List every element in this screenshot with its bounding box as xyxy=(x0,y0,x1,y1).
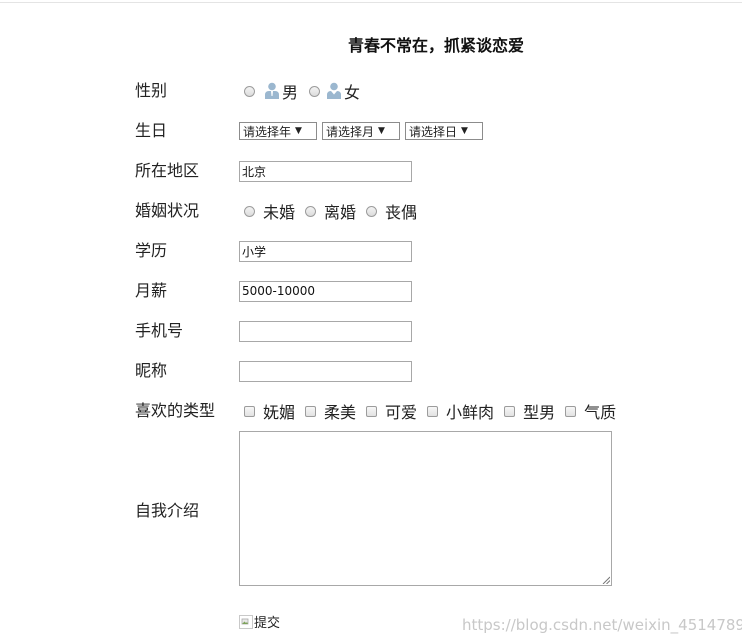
marital-option-widowed[interactable]: 丧偶 xyxy=(366,199,417,223)
birthday-label: 生日 xyxy=(135,121,168,140)
region-field: 北京 xyxy=(239,160,412,182)
year-select[interactable]: 请选择年 ▼ xyxy=(239,122,317,140)
type-option-label: 气质 xyxy=(584,403,617,422)
gender-radio-male[interactable] xyxy=(244,85,255,97)
marital-option-label: 离婚 xyxy=(324,203,357,222)
row-marital: 婚姻状况 未婚 离婚 丧偶 xyxy=(0,200,742,222)
female-user-icon xyxy=(327,82,342,99)
watermark: https://blog.csdn.net/weixin_45147894 xyxy=(462,616,742,634)
year-select-value: 请选择年 xyxy=(243,124,292,139)
type-option-label: 小鲜肉 xyxy=(446,403,495,422)
types-options: 妩媚 柔美 可爱 小鲜肉 型男 气质 xyxy=(244,400,626,422)
row-salary: 月薪 5000-10000 xyxy=(0,280,742,302)
marital-label: 婚姻状况 xyxy=(135,201,200,220)
type-option-label: 妩媚 xyxy=(263,403,296,422)
month-select-value: 请选择月 xyxy=(326,124,375,139)
day-select-value: 请选择日 xyxy=(409,124,458,139)
type-checkbox[interactable] xyxy=(366,405,378,417)
row-gender: 性别 男 女 xyxy=(0,80,742,102)
type-checkbox[interactable] xyxy=(244,405,255,417)
nickname-input[interactable] xyxy=(239,360,412,382)
education-label: 学历 xyxy=(135,241,168,260)
type-checkbox[interactable] xyxy=(504,405,516,417)
marital-option-label: 未婚 xyxy=(263,203,296,222)
marital-option-divorced[interactable]: 离婚 xyxy=(305,199,356,223)
type-option-young[interactable]: 小鲜肉 xyxy=(427,399,494,423)
gender-options: 男 女 xyxy=(244,80,360,102)
marital-option-single[interactable]: 未婚 xyxy=(244,199,295,223)
type-checkbox[interactable] xyxy=(565,405,577,417)
salary-field: 5000-10000 xyxy=(239,280,412,302)
type-option-label: 可爱 xyxy=(385,403,418,422)
type-option-stylish[interactable]: 型男 xyxy=(504,399,555,423)
types-label: 喜欢的类型 xyxy=(135,401,216,420)
month-select[interactable]: 请选择月 ▼ xyxy=(322,122,400,140)
chevron-down-icon: ▼ xyxy=(295,126,302,136)
marital-option-label: 丧偶 xyxy=(385,203,418,222)
top-divider xyxy=(0,2,742,3)
row-types: 喜欢的类型 妩媚 柔美 可爱 小鲜肉 型男 气质 xyxy=(0,400,742,422)
row-birthday: 生日 请选择年 ▼ 请选择月 ▼ 请选择日 ▼ xyxy=(0,120,742,142)
intro-label: 自我介绍 xyxy=(135,501,200,520)
type-checkbox[interactable] xyxy=(427,405,439,417)
day-select[interactable]: 请选择日 ▼ xyxy=(405,122,483,140)
phone-label: 手机号 xyxy=(135,321,184,340)
submit-alt-text: 提交 xyxy=(254,616,281,631)
type-option-label: 型男 xyxy=(523,403,556,422)
gender-option-female: 女 xyxy=(344,83,361,102)
marital-radio-widowed[interactable] xyxy=(366,205,378,217)
row-phone: 手机号 xyxy=(0,320,742,342)
row-nickname: 昵称 xyxy=(0,360,742,382)
type-checkbox[interactable] xyxy=(305,405,317,417)
salary-input[interactable]: 5000-10000 xyxy=(239,280,412,302)
gender-radio-female[interactable] xyxy=(309,85,321,97)
marital-radio-single[interactable] xyxy=(244,205,255,217)
gender-label: 性别 xyxy=(135,81,168,100)
type-option-elegant[interactable]: 气质 xyxy=(565,399,616,423)
marital-options: 未婚 离婚 丧偶 xyxy=(244,200,427,222)
type-option-cute[interactable]: 可爱 xyxy=(366,399,417,423)
type-option-label: 柔美 xyxy=(324,403,357,422)
male-user-icon xyxy=(265,82,279,99)
chevron-down-icon: ▼ xyxy=(461,126,468,136)
salary-label: 月薪 xyxy=(135,281,168,300)
phone-field xyxy=(239,320,412,342)
intro-textarea[interactable] xyxy=(239,431,612,586)
marital-radio-divorced[interactable] xyxy=(305,205,317,217)
row-region: 所在地区 北京 xyxy=(0,160,742,182)
nickname-field xyxy=(239,360,412,382)
resize-handle-icon[interactable] xyxy=(602,576,610,584)
nickname-label: 昵称 xyxy=(135,361,168,380)
page-title: 青春不常在，抓紧谈恋爱 xyxy=(348,36,525,55)
education-input[interactable]: 小学 xyxy=(239,240,412,262)
submit-image-button[interactable]: 提交 xyxy=(239,612,280,631)
birthday-selects: 请选择年 ▼ 请选择月 ▼ 请选择日 ▼ xyxy=(239,120,488,142)
broken-image-icon xyxy=(239,614,253,629)
type-option-charming[interactable]: 妩媚 xyxy=(244,399,295,423)
education-field: 小学 xyxy=(239,240,412,262)
gender-option-male: 男 xyxy=(282,83,299,102)
region-input[interactable]: 北京 xyxy=(239,160,412,182)
type-option-gentle[interactable]: 柔美 xyxy=(305,399,356,423)
chevron-down-icon: ▼ xyxy=(378,126,385,136)
phone-input[interactable] xyxy=(239,320,412,342)
region-label: 所在地区 xyxy=(135,161,200,180)
row-education: 学历 小学 xyxy=(0,240,742,262)
